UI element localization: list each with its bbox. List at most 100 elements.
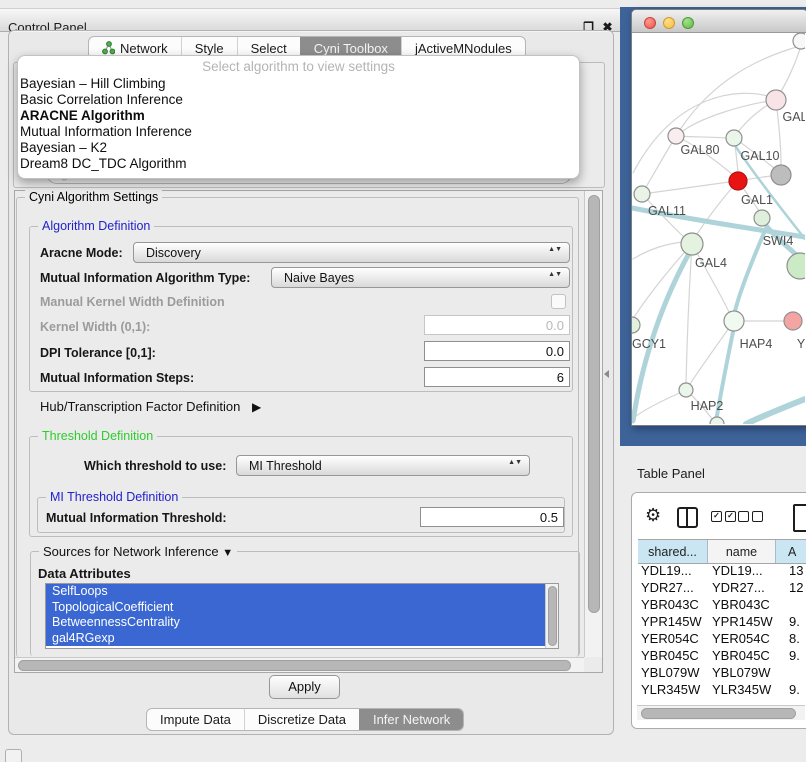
network-node[interactable] [771, 165, 791, 185]
table-cell[interactable]: 13 [789, 562, 803, 579]
network-edge[interactable] [686, 244, 692, 383]
hub-definition-toggle[interactable]: Hub/Transcription Factor Definition ▶ [40, 399, 261, 414]
table-cell[interactable]: YDL19... [712, 562, 763, 579]
network-node[interactable] [724, 311, 744, 331]
table-cell[interactable]: YLR345W [712, 681, 771, 697]
network-edge[interactable] [633, 390, 686, 418]
network-canvas[interactable]: GALGAL80GAL10GAL1GAL11SWI4GAL4GCY1HAP4YH… [632, 32, 805, 424]
data-attribute-item[interactable]: BetweennessCentrality [46, 615, 552, 631]
table-row[interactable]: YBR043C YBR043C [638, 596, 806, 613]
attributes-scrollbar-thumb[interactable] [548, 586, 557, 646]
attributes-scrollbar[interactable] [545, 584, 558, 648]
data-attribute-item[interactable]: TopologicalCoefficient [46, 600, 552, 616]
algorithm-dropdown-item[interactable]: Bayesian – K2 [18, 140, 579, 156]
algorithm-dropdown-item[interactable]: Bayesian – Hill Climbing [18, 76, 579, 92]
network-node[interactable] [681, 233, 703, 255]
mi-threshold-field[interactable]: 0.5 [420, 507, 564, 527]
settings-horizontal-scrollbar-thumb[interactable] [18, 660, 571, 671]
table-cell[interactable]: YBR045C [641, 647, 699, 664]
network-node[interactable] [729, 172, 747, 190]
table-cell[interactable]: 8. [789, 630, 800, 647]
expanded-arrow-icon[interactable]: ▼ [222, 547, 233, 559]
table-cell[interactable]: 9. [789, 647, 800, 664]
which-threshold-combo[interactable]: MI Threshold ▲▼ [236, 455, 530, 476]
aracne-mode-combo[interactable]: Discovery ▲▼ [133, 242, 570, 263]
network-node[interactable] [766, 90, 786, 110]
network-edge[interactable] [633, 242, 682, 259]
column-header-name[interactable]: name [708, 540, 776, 563]
data-attribute-item[interactable]: gal4RGexp [46, 631, 552, 647]
dpi-tolerance-field[interactable]: 0.0 [424, 341, 570, 361]
manual-kernel-checkbox[interactable] [551, 294, 566, 309]
column-header-extra[interactable]: A [776, 540, 806, 563]
zoom-traffic-light-icon[interactable] [682, 17, 694, 29]
network-window-titlebar[interactable] [632, 10, 806, 33]
network-edge[interactable] [646, 136, 676, 187]
select-all-columns-icon[interactable]: ✓ ✓ [711, 511, 736, 522]
deselect-all-columns-icon[interactable] [738, 511, 763, 522]
split-pane-collapse-icon[interactable] [604, 370, 609, 378]
table-cell[interactable]: YBR045C [712, 647, 770, 664]
table-cell[interactable]: YER054C [712, 630, 770, 647]
algorithm-dropdown-item[interactable]: ARACNE Algorithm [18, 108, 579, 124]
algorithm-dropdown-item[interactable]: Basic Correlation Inference [18, 92, 579, 108]
algorithm-dropdown-item[interactable]: Dream8 DC_TDC Algorithm [18, 156, 579, 172]
table-cell[interactable]: 12 [789, 579, 803, 596]
table-cell[interactable]: YDR27... [641, 579, 694, 596]
table-row[interactable]: YBR045C YBR045C 9. [638, 647, 806, 664]
network-node[interactable] [784, 312, 802, 330]
network-node[interactable] [634, 186, 650, 202]
table-cell[interactable]: YLR345W [641, 681, 700, 697]
mi-steps-field[interactable]: 6 [424, 367, 570, 387]
network-edge[interactable] [692, 244, 729, 312]
table-row[interactable]: YBL079WYBL079W [638, 664, 806, 681]
table-cell[interactable]: YBL079W [712, 664, 771, 681]
table-row[interactable]: YDL19... YDL19... 13 [638, 562, 806, 579]
close-traffic-light-icon[interactable] [644, 17, 656, 29]
settings-horizontal-scrollbar[interactable] [15, 657, 584, 672]
table-row[interactable]: YLR345W YLR345W 9. [638, 681, 806, 697]
table-horizontal-scrollbar[interactable] [637, 705, 805, 720]
table-row[interactable]: YPR145W YPR145W 9. [638, 613, 806, 630]
table-cell[interactable]: YBR043C [641, 596, 699, 613]
settings-vertical-scrollbar[interactable] [584, 191, 602, 657]
mi-type-combo[interactable]: Naive Bayes ▲▼ [271, 267, 570, 288]
table-cell[interactable]: YPR145W [712, 613, 773, 630]
tab-infer-network[interactable]: Infer Network [359, 709, 463, 730]
network-node[interactable] [787, 253, 805, 279]
table-horizontal-scrollbar-thumb[interactable] [641, 708, 796, 719]
data-attribute-item[interactable]: SelfLoops [46, 584, 552, 600]
column-header-shared-name[interactable]: shared... [638, 540, 708, 563]
table-cell[interactable]: YPR145W [641, 613, 702, 630]
tab-impute-data[interactable]: Impute Data [147, 709, 244, 730]
table-cell[interactable]: 9. [789, 613, 800, 630]
network-edge[interactable] [642, 182, 729, 194]
control-panel-titlebar[interactable]: Control Panel ❐ ✖ [0, 8, 620, 32]
table-cell[interactable]: YDR27... [712, 579, 765, 596]
table-cell[interactable]: YER054C [641, 630, 699, 647]
gear-icon[interactable]: ⚙ [645, 506, 661, 524]
network-node[interactable] [679, 383, 693, 397]
new-table-icon[interactable] [793, 504, 806, 532]
settings-vertical-scrollbar-thumb[interactable] [588, 195, 600, 613]
algorithm-dropdown-item[interactable]: Mutual Information Inference [18, 124, 579, 140]
split-panel-icon[interactable] [677, 507, 698, 528]
table-row[interactable]: YDR27... YDR27... 12 [638, 579, 806, 596]
network-edge[interactable] [746, 399, 805, 424]
network-node[interactable] [754, 210, 770, 226]
network-node[interactable] [632, 317, 640, 333]
table-row[interactable]: YER054C YER054C 8. [638, 630, 806, 647]
minimize-traffic-light-icon[interactable] [663, 17, 675, 29]
table-cell[interactable]: 9. [789, 681, 800, 697]
sources-title-wrap[interactable]: Sources for Network Inference ▼ [39, 544, 237, 559]
collapsed-arrow-icon[interactable]: ▶ [252, 400, 261, 414]
table-cell[interactable]: YDL19... [641, 562, 692, 579]
network-node[interactable] [668, 128, 684, 144]
apply-button[interactable]: Apply [269, 675, 340, 699]
kernel-width-field[interactable]: 0.0 [424, 315, 570, 335]
network-node[interactable] [726, 130, 742, 146]
minimized-panel-icon[interactable] [5, 749, 22, 762]
tab-discretize-data[interactable]: Discretize Data [244, 709, 359, 730]
network-node[interactable] [793, 33, 805, 49]
table-cell[interactable]: YBR043C [712, 596, 770, 613]
